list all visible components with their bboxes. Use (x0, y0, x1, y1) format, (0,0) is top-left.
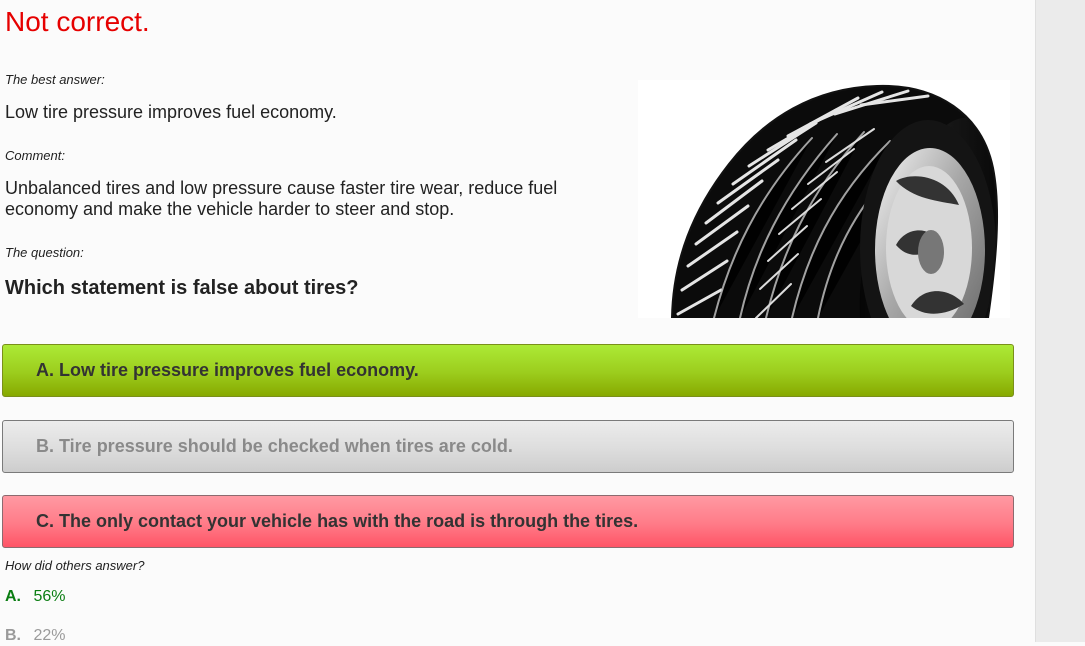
best-answer-text: Low tire pressure improves fuel economy. (5, 102, 337, 122)
result-title: Not correct. (5, 6, 150, 37)
answer-option-a-text: A. Low tire pressure improves fuel econo… (36, 360, 419, 380)
answer-stat-a: A. 56% (5, 587, 65, 607)
answer-option-c[interactable]: C. The only contact your vehicle has wit… (2, 495, 1014, 548)
answer-stat-percent-b: 22% (33, 627, 66, 644)
answer-stat-letter-b: B. (5, 627, 21, 644)
answer-option-c-text: C. The only contact your vehicle has wit… (36, 511, 639, 531)
answer-stat-letter-a: A. (5, 588, 21, 605)
answer-option-b[interactable]: B. Tire pressure should be checked when … (2, 420, 1014, 473)
question-label: The question: (5, 245, 84, 260)
quiz-result-panel: Not correct. The best answer: Low tire p… (0, 0, 1035, 644)
others-answer-label: How did others answer? (5, 558, 145, 573)
answer-option-b-text: B. Tire pressure should be checked when … (36, 436, 513, 456)
comment-text: Unbalanced tires and low pressure cause … (5, 178, 558, 219)
best-answer-label: The best answer: (5, 72, 105, 87)
question-text: Which statement is false about tires? (5, 277, 359, 299)
answer-option-a[interactable]: A. Low tire pressure improves fuel econo… (2, 344, 1014, 397)
comment-label: Comment: (5, 148, 65, 163)
tire-image (638, 80, 1010, 318)
answer-stat-b: B. 22% (5, 626, 65, 646)
right-sidebar (1035, 0, 1085, 642)
answer-stat-percent-a: 56% (33, 588, 66, 605)
